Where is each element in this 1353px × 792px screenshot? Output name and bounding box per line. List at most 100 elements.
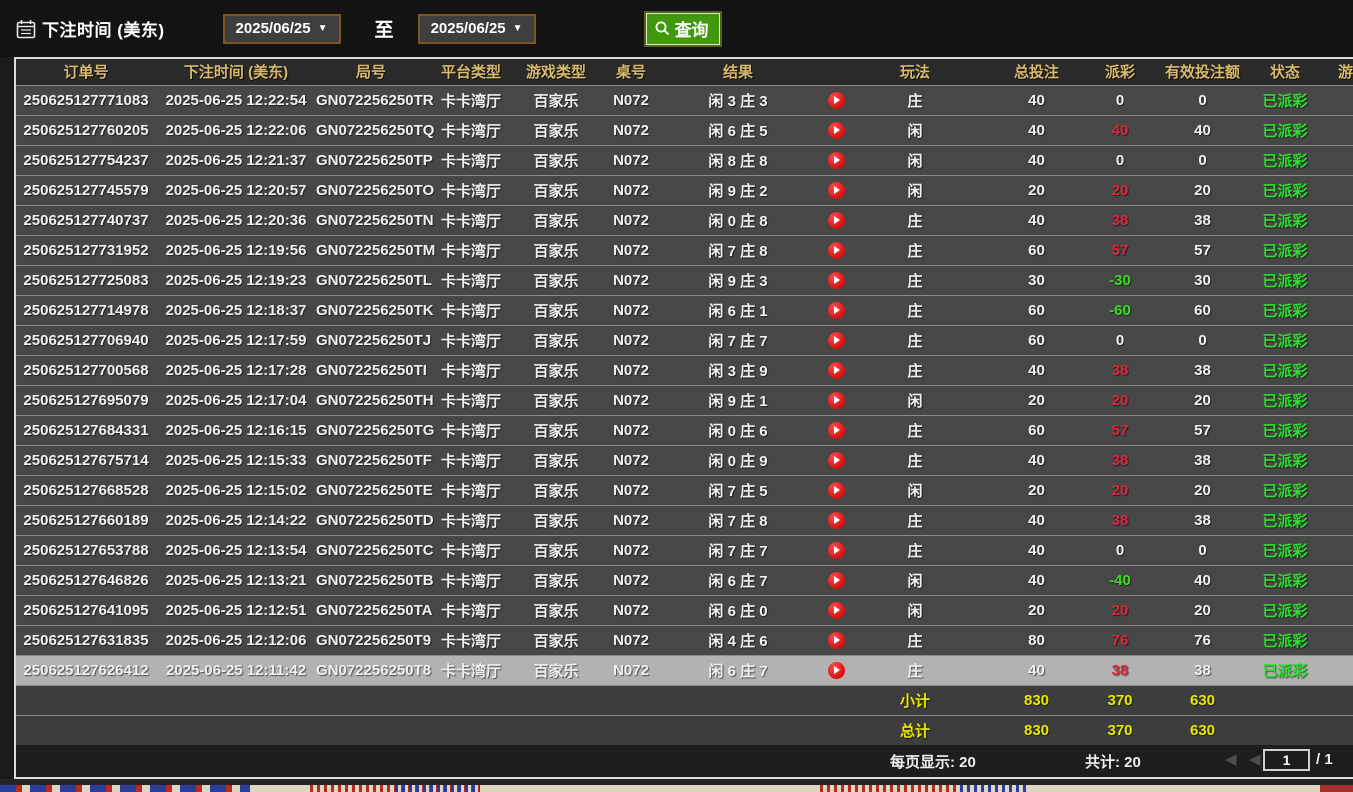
play-video-icon[interactable] — [828, 182, 845, 199]
bet-on-cell: 闲 — [862, 145, 968, 175]
play-video-icon[interactable] — [828, 212, 845, 229]
play-video-icon[interactable] — [828, 362, 845, 379]
round-id-cell: GN072256250TE — [316, 475, 426, 505]
table-row[interactable]: 250625127641095 2025-06-25 12:12:51 GN07… — [16, 595, 1353, 625]
table-no-cell: N072 — [596, 595, 666, 625]
game-cell — [1320, 295, 1353, 325]
table-row[interactable]: 250625127675714 2025-06-25 12:15:33 GN07… — [16, 445, 1353, 475]
valid-bet-cell: 20 — [1155, 385, 1250, 415]
play-video-icon[interactable] — [828, 332, 845, 349]
result-cell: 闲 9 庄 3 — [666, 265, 810, 295]
order-id-cell: 250625127760205 — [16, 115, 156, 145]
prev-page-icon[interactable]: ◀ — [1249, 750, 1261, 768]
play-video-icon[interactable] — [828, 452, 845, 469]
table-row[interactable]: 250625127731952 2025-06-25 12:19:56 GN07… — [16, 235, 1353, 265]
bet-time-cell: 2025-06-25 12:17:04 — [156, 385, 316, 415]
play-video-icon[interactable] — [828, 572, 845, 589]
valid-bet-cell: 20 — [1155, 475, 1250, 505]
page-number-input[interactable] — [1263, 749, 1310, 771]
col-table-no: 桌号 — [596, 59, 666, 85]
play-video-icon[interactable] — [828, 632, 845, 649]
game-cell — [1320, 115, 1353, 145]
status-cell: 已派彩 — [1250, 115, 1320, 145]
first-page-icon[interactable]: ◀ — [1225, 750, 1237, 768]
game-cell — [1320, 445, 1353, 475]
chevron-down-icon: ▼ — [513, 23, 523, 34]
total-bet-cell: 40 — [968, 115, 1085, 145]
payout-cell: 40 — [1085, 115, 1155, 145]
play-video-icon[interactable] — [828, 392, 845, 409]
table-row[interactable]: 250625127668528 2025-06-25 12:15:02 GN07… — [16, 475, 1353, 505]
total-bet-cell: 80 — [968, 625, 1085, 655]
subtotal-payout: 370 — [1085, 685, 1155, 715]
valid-bet-cell: 20 — [1155, 175, 1250, 205]
table-row[interactable]: 250625127700568 2025-06-25 12:17:28 GN07… — [16, 355, 1353, 385]
payout-cell: 38 — [1085, 445, 1155, 475]
platform-cell: 卡卡湾厅 — [426, 625, 516, 655]
bet-time-cell: 2025-06-25 12:14:22 — [156, 505, 316, 535]
valid-bet-cell: 60 — [1155, 295, 1250, 325]
table-row[interactable]: 250625127771083 2025-06-25 12:22:54 GN07… — [16, 85, 1353, 115]
game-type-cell: 百家乐 — [516, 595, 596, 625]
bet-on-cell: 庄 — [862, 445, 968, 475]
play-video-icon[interactable] — [828, 302, 845, 319]
payout-cell: 76 — [1085, 625, 1155, 655]
table-row[interactable]: 250625127684331 2025-06-25 12:16:15 GN07… — [16, 415, 1353, 445]
play-video-icon[interactable] — [828, 662, 845, 679]
game-cell — [1320, 235, 1353, 265]
query-button[interactable]: 查询 — [646, 13, 720, 45]
game-cell — [1320, 85, 1353, 115]
valid-bet-cell: 0 — [1155, 535, 1250, 565]
date-range-to-label: 至 — [375, 15, 394, 42]
table-no-cell: N072 — [596, 205, 666, 235]
table-row[interactable]: 250625127725083 2025-06-25 12:19:23 GN07… — [16, 265, 1353, 295]
play-video-icon[interactable] — [828, 602, 845, 619]
bet-on-cell: 闲 — [862, 175, 968, 205]
order-id-cell: 250625127695079 — [16, 385, 156, 415]
order-id-cell: 250625127626412 — [16, 655, 156, 685]
game-type-cell: 百家乐 — [516, 655, 596, 685]
status-cell: 已派彩 — [1250, 355, 1320, 385]
play-video-icon[interactable] — [828, 512, 845, 529]
table-row[interactable]: 250625127706940 2025-06-25 12:17:59 GN07… — [16, 325, 1353, 355]
game-type-cell: 百家乐 — [516, 565, 596, 595]
result-cell: 闲 8 庄 8 — [666, 145, 810, 175]
round-id-cell: GN072256250T9 — [316, 625, 426, 655]
bet-on-cell: 庄 — [862, 295, 968, 325]
play-video-icon[interactable] — [828, 242, 845, 259]
result-cell: 闲 9 庄 2 — [666, 175, 810, 205]
bet-on-cell: 闲 — [862, 475, 968, 505]
platform-cell: 卡卡湾厅 — [426, 595, 516, 625]
play-video-icon[interactable] — [828, 122, 845, 139]
play-video-icon[interactable] — [828, 272, 845, 289]
table-row[interactable]: 250625127714978 2025-06-25 12:18:37 GN07… — [16, 295, 1353, 325]
bet-time-cell: 2025-06-25 12:13:54 — [156, 535, 316, 565]
table-row[interactable]: 250625127760205 2025-06-25 12:22:06 GN07… — [16, 115, 1353, 145]
play-video-icon[interactable] — [828, 422, 845, 439]
table-row[interactable]: 250625127745579 2025-06-25 12:20:57 GN07… — [16, 175, 1353, 205]
table-row[interactable]: 250625127754237 2025-06-25 12:21:37 GN07… — [16, 145, 1353, 175]
play-video-icon[interactable] — [828, 92, 845, 109]
date-to-select[interactable]: 2025/06/25 ▼ — [418, 14, 536, 44]
table-no-cell: N072 — [596, 235, 666, 265]
result-cell: 闲 3 庄 3 — [666, 85, 810, 115]
table-row[interactable]: 250625127740737 2025-06-25 12:20:36 GN07… — [16, 205, 1353, 235]
play-video-icon[interactable] — [828, 482, 845, 499]
total-bet-cell: 30 — [968, 265, 1085, 295]
table-row[interactable]: 250625127646826 2025-06-25 12:13:21 GN07… — [16, 565, 1353, 595]
col-status: 状态 — [1250, 59, 1320, 85]
table-row[interactable]: 250625127631835 2025-06-25 12:12:06 GN07… — [16, 625, 1353, 655]
table-row[interactable]: 250625127626412 2025-06-25 12:11:42 GN07… — [16, 655, 1353, 685]
play-video-icon[interactable] — [828, 542, 845, 559]
date-from-select[interactable]: 2025/06/25 ▼ — [223, 14, 341, 44]
table-row[interactable]: 250625127695079 2025-06-25 12:17:04 GN07… — [16, 385, 1353, 415]
table-no-cell: N072 — [596, 355, 666, 385]
order-id-cell: 250625127714978 — [16, 295, 156, 325]
round-id-cell: GN072256250TN — [316, 205, 426, 235]
platform-cell: 卡卡湾厅 — [426, 655, 516, 685]
payout-cell: 0 — [1085, 145, 1155, 175]
valid-bet-cell: 38 — [1155, 355, 1250, 385]
table-row[interactable]: 250625127653788 2025-06-25 12:13:54 GN07… — [16, 535, 1353, 565]
play-video-icon[interactable] — [828, 152, 845, 169]
table-row[interactable]: 250625127660189 2025-06-25 12:14:22 GN07… — [16, 505, 1353, 535]
